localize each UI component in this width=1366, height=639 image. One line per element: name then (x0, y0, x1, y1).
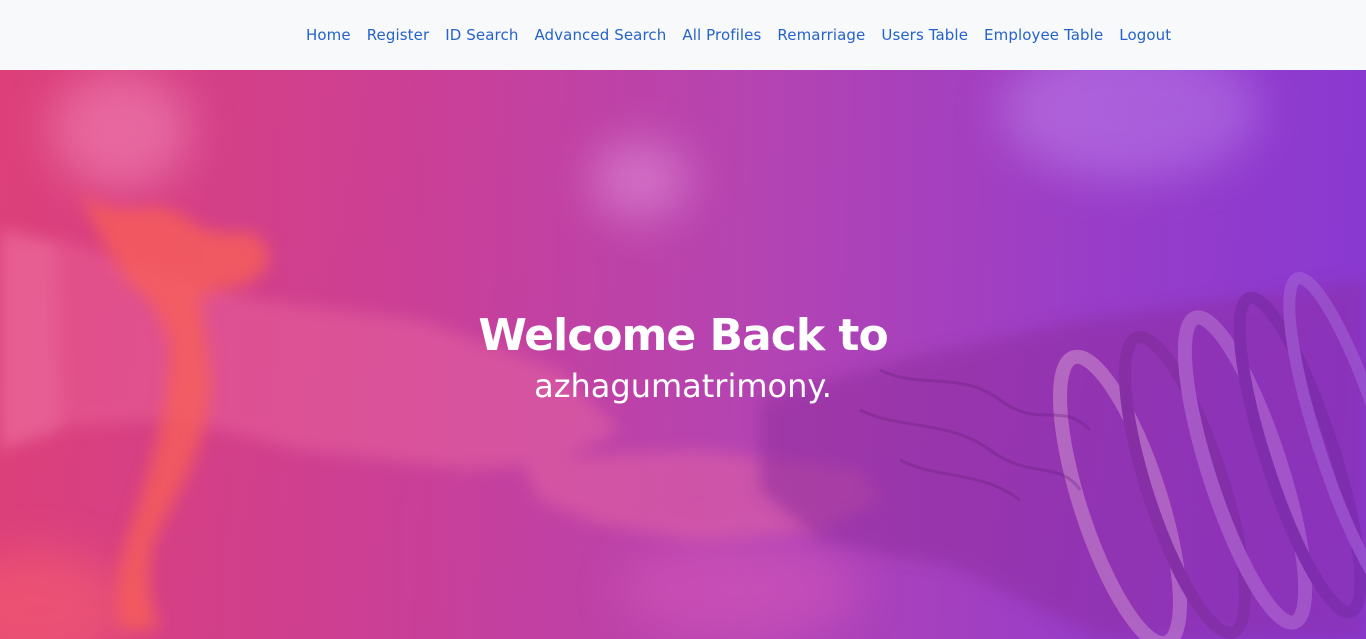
nav-link-employee-table[interactable]: Employee Table (976, 26, 1111, 44)
nav-menu: Home Register ID Search Advanced Search … (298, 0, 1179, 70)
nav-item-remarriage: Remarriage (769, 26, 873, 44)
nav-link-all-profiles[interactable]: All Profiles (674, 26, 769, 44)
nav-link-register[interactable]: Register (359, 26, 438, 44)
nav-link-users-table[interactable]: Users Table (873, 26, 976, 44)
nav-item-users-table: Users Table (873, 26, 976, 44)
nav-item-register: Register (359, 26, 438, 44)
nav-item-home: Home (298, 26, 359, 44)
hero-subtitle: azhagumatrimony. (534, 367, 832, 405)
hero-title: Welcome Back to (478, 310, 888, 361)
nav-link-logout[interactable]: Logout (1111, 26, 1179, 44)
hero-banner: Welcome Back to azhagumatrimony. (0, 70, 1366, 639)
nav-item-all-profiles: All Profiles (674, 26, 769, 44)
nav-link-remarriage[interactable]: Remarriage (769, 26, 873, 44)
nav-link-id-search[interactable]: ID Search (437, 26, 526, 44)
nav-item-advanced-search: Advanced Search (526, 26, 674, 44)
nav-item-id-search: ID Search (437, 26, 526, 44)
nav-link-advanced-search[interactable]: Advanced Search (526, 26, 674, 44)
nav-item-logout: Logout (1111, 26, 1179, 44)
nav-link-home[interactable]: Home (298, 26, 359, 44)
hero-heading-block: Welcome Back to azhagumatrimony. (0, 310, 1366, 406)
nav-item-employee-table: Employee Table (976, 26, 1111, 44)
top-navbar: Home Register ID Search Advanced Search … (0, 0, 1366, 70)
